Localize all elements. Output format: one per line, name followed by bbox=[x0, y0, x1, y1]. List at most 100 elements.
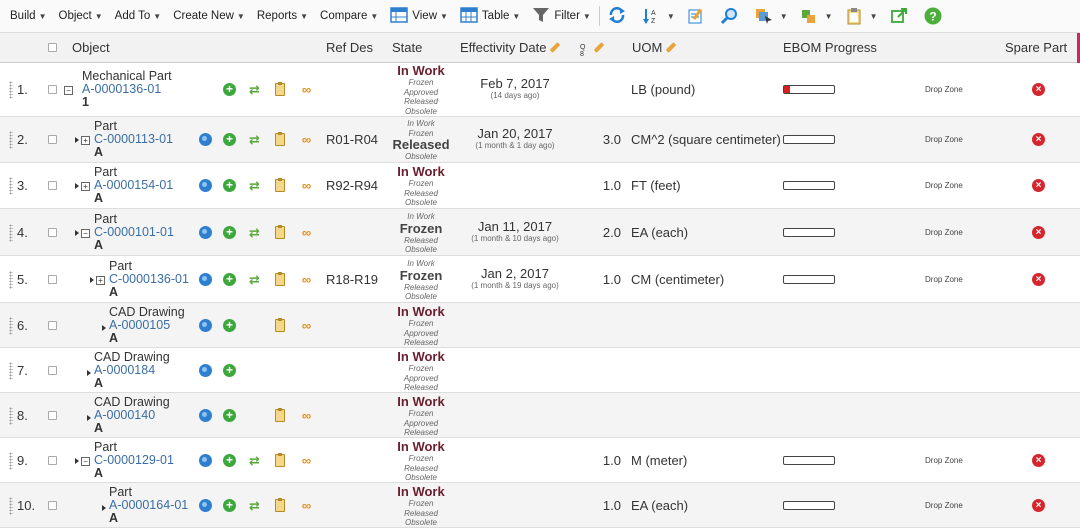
state-option[interactable]: Released bbox=[381, 338, 461, 348]
uom-value[interactable]: M (meter) bbox=[631, 453, 687, 468]
column-header-quantity[interactable]: Q8 bbox=[580, 33, 604, 63]
sync-icon[interactable]: ⇄ bbox=[248, 273, 261, 286]
state-option[interactable]: Released bbox=[381, 189, 461, 199]
collapse-icon[interactable]: − bbox=[75, 228, 90, 238]
uom-value[interactable]: LB (pound) bbox=[631, 82, 695, 97]
row-checkbox[interactable] bbox=[48, 275, 57, 284]
state-option[interactable]: Released bbox=[381, 97, 461, 107]
open-external-button[interactable] bbox=[884, 0, 918, 32]
state-option[interactable]: Released bbox=[381, 509, 461, 519]
globe-icon[interactable] bbox=[199, 409, 212, 422]
sync-icon[interactable]: ⇄ bbox=[248, 454, 261, 467]
effectivity-date-cell[interactable]: Jan 11, 2017 (1 month & 10 days ago) bbox=[460, 220, 570, 244]
drop-zone[interactable]: Drop Zone bbox=[925, 181, 963, 190]
object-id-link[interactable]: C-0000101-01 bbox=[94, 226, 174, 239]
create-new-menu[interactable]: Create New ▼ bbox=[167, 0, 251, 32]
row-checkbox[interactable] bbox=[48, 456, 57, 465]
add-icon[interactable]: + bbox=[223, 454, 236, 467]
column-header-ref-des[interactable]: Ref Des bbox=[326, 33, 373, 63]
quantity[interactable]: 1.0 bbox=[580, 498, 621, 513]
drop-zone[interactable]: Drop Zone bbox=[925, 135, 963, 144]
add-icon[interactable]: + bbox=[223, 226, 236, 239]
globe-icon[interactable] bbox=[199, 454, 212, 467]
add-icon[interactable]: + bbox=[223, 499, 236, 512]
column-header-spare-part[interactable]: Spare Part bbox=[1005, 33, 1067, 63]
sync-icon[interactable]: ⇄ bbox=[248, 133, 261, 146]
quantity[interactable]: 1.0 bbox=[580, 178, 621, 193]
clipboard-icon[interactable] bbox=[275, 178, 285, 192]
column-header-ebom-progress[interactable]: EBOM Progress bbox=[783, 33, 877, 63]
clipboard-icon[interactable] bbox=[275, 498, 285, 512]
objects-tool-button[interactable]: ▼ bbox=[794, 0, 839, 32]
add-icon[interactable]: + bbox=[223, 273, 236, 286]
find-button[interactable] bbox=[715, 0, 749, 32]
drag-handle[interactable] bbox=[9, 362, 13, 380]
row-checkbox[interactable] bbox=[48, 181, 57, 190]
drop-zone[interactable]: Drop Zone bbox=[925, 456, 963, 465]
remove-spare-part-icon[interactable]: × bbox=[1032, 454, 1045, 467]
column-header-state[interactable]: State bbox=[392, 33, 422, 63]
table-row[interactable]: 3. + Part A-0000154-01 A + ⇄ ∞ R92-R94 In Work Fro… bbox=[0, 163, 1080, 209]
add-icon[interactable]: + bbox=[223, 364, 236, 377]
object-id-link[interactable]: A-0000184 bbox=[94, 364, 170, 377]
help-button[interactable]: ? bbox=[918, 0, 952, 32]
expand-arrow-icon[interactable] bbox=[102, 323, 108, 333]
effectivity-date-cell[interactable]: Jan 2, 2017 (1 month & 19 days ago) bbox=[460, 267, 570, 291]
collapse-icon[interactable]: − bbox=[75, 456, 90, 466]
table-row[interactable]: 8. CAD Drawing A-0000140 A + ∞ In Work Frozen Ap… bbox=[0, 393, 1080, 438]
quantity[interactable]: 1.0 bbox=[580, 272, 621, 287]
object-menu[interactable]: Object ▼ bbox=[53, 0, 109, 32]
object-id-link[interactable]: A-0000140 bbox=[94, 409, 170, 422]
add-icon[interactable]: + bbox=[223, 179, 236, 192]
link-icon[interactable]: ∞ bbox=[300, 133, 313, 146]
clipboard-icon[interactable] bbox=[275, 318, 285, 332]
globe-icon[interactable] bbox=[199, 319, 212, 332]
object-id-link[interactable]: C-0000136-01 bbox=[109, 273, 189, 286]
state-option[interactable]: Frozen bbox=[381, 499, 461, 509]
link-icon[interactable]: ∞ bbox=[300, 454, 313, 467]
state-option[interactable]: Obsolete bbox=[381, 245, 461, 255]
link-icon[interactable]: ∞ bbox=[300, 226, 313, 239]
state-option[interactable]: Frozen bbox=[381, 454, 461, 464]
table-row[interactable]: 6. CAD Drawing A-0000105 A + ∞ In Work Frozen Ap… bbox=[0, 303, 1080, 348]
effectivity-date-cell[interactable]: Jan 20, 2017 (1 month & 1 day ago) bbox=[460, 127, 570, 151]
expand-arrow-icon[interactable] bbox=[87, 368, 93, 378]
sync-icon[interactable]: ⇄ bbox=[248, 83, 261, 96]
state-option[interactable]: Released bbox=[381, 283, 461, 293]
object-id-link[interactable]: A-0000105 bbox=[109, 319, 185, 332]
quantity[interactable]: 1.0 bbox=[580, 453, 621, 468]
column-header-object[interactable]: Object bbox=[72, 33, 110, 63]
state-option[interactable]: In Work bbox=[381, 119, 461, 129]
state-option[interactable]: Released bbox=[381, 428, 461, 438]
row-checkbox[interactable] bbox=[48, 411, 57, 420]
collapse-icon[interactable]: − bbox=[64, 85, 73, 95]
object-id-link[interactable]: A-0000136-01 bbox=[82, 83, 172, 96]
state-option[interactable]: Frozen bbox=[381, 409, 461, 419]
state-option[interactable]: Frozen bbox=[381, 78, 461, 88]
table-row[interactable]: 4. − Part C-0000101-01 A + ⇄ ∞ In Work Frozen Rele… bbox=[0, 209, 1080, 256]
clipboard-icon[interactable] bbox=[275, 408, 285, 422]
globe-icon[interactable] bbox=[199, 364, 212, 377]
drag-handle[interactable] bbox=[9, 317, 13, 335]
table-row[interactable]: 9. − Part C-0000129-01 A + ⇄ ∞ In Work Frozen Rele… bbox=[0, 438, 1080, 483]
state-option[interactable]: Obsolete bbox=[381, 292, 461, 302]
drop-zone[interactable]: Drop Zone bbox=[925, 501, 963, 510]
clipboard-icon[interactable] bbox=[275, 453, 285, 467]
remove-spare-part-icon[interactable]: × bbox=[1032, 83, 1045, 96]
uom-value[interactable]: CM (centimeter) bbox=[631, 272, 724, 287]
reports-menu[interactable]: Reports ▼ bbox=[251, 0, 314, 32]
link-icon[interactable]: ∞ bbox=[300, 409, 313, 422]
state-option[interactable]: Approved bbox=[381, 88, 461, 98]
remove-spare-part-icon[interactable]: × bbox=[1032, 499, 1045, 512]
drop-zone[interactable]: Drop Zone bbox=[925, 228, 963, 237]
state-option[interactable]: Approved bbox=[381, 419, 461, 429]
quantity[interactable]: 2.0 bbox=[580, 225, 621, 240]
expand-icon[interactable]: + bbox=[75, 181, 90, 191]
table-row[interactable]: 10. Part A-0000164-01 A + ⇄ ∞ In Work Frozen Rele… bbox=[0, 483, 1080, 528]
drag-handle[interactable] bbox=[9, 271, 13, 289]
object-id-link[interactable]: A-0000164-01 bbox=[109, 499, 188, 512]
link-icon[interactable]: ∞ bbox=[300, 499, 313, 512]
select-all-checkbox[interactable] bbox=[48, 43, 57, 52]
table-row[interactable]: 5. + Part C-0000136-01 A + ⇄ ∞ R18-R19 In Work Fro… bbox=[0, 256, 1080, 303]
expand-icon[interactable]: + bbox=[75, 135, 90, 145]
